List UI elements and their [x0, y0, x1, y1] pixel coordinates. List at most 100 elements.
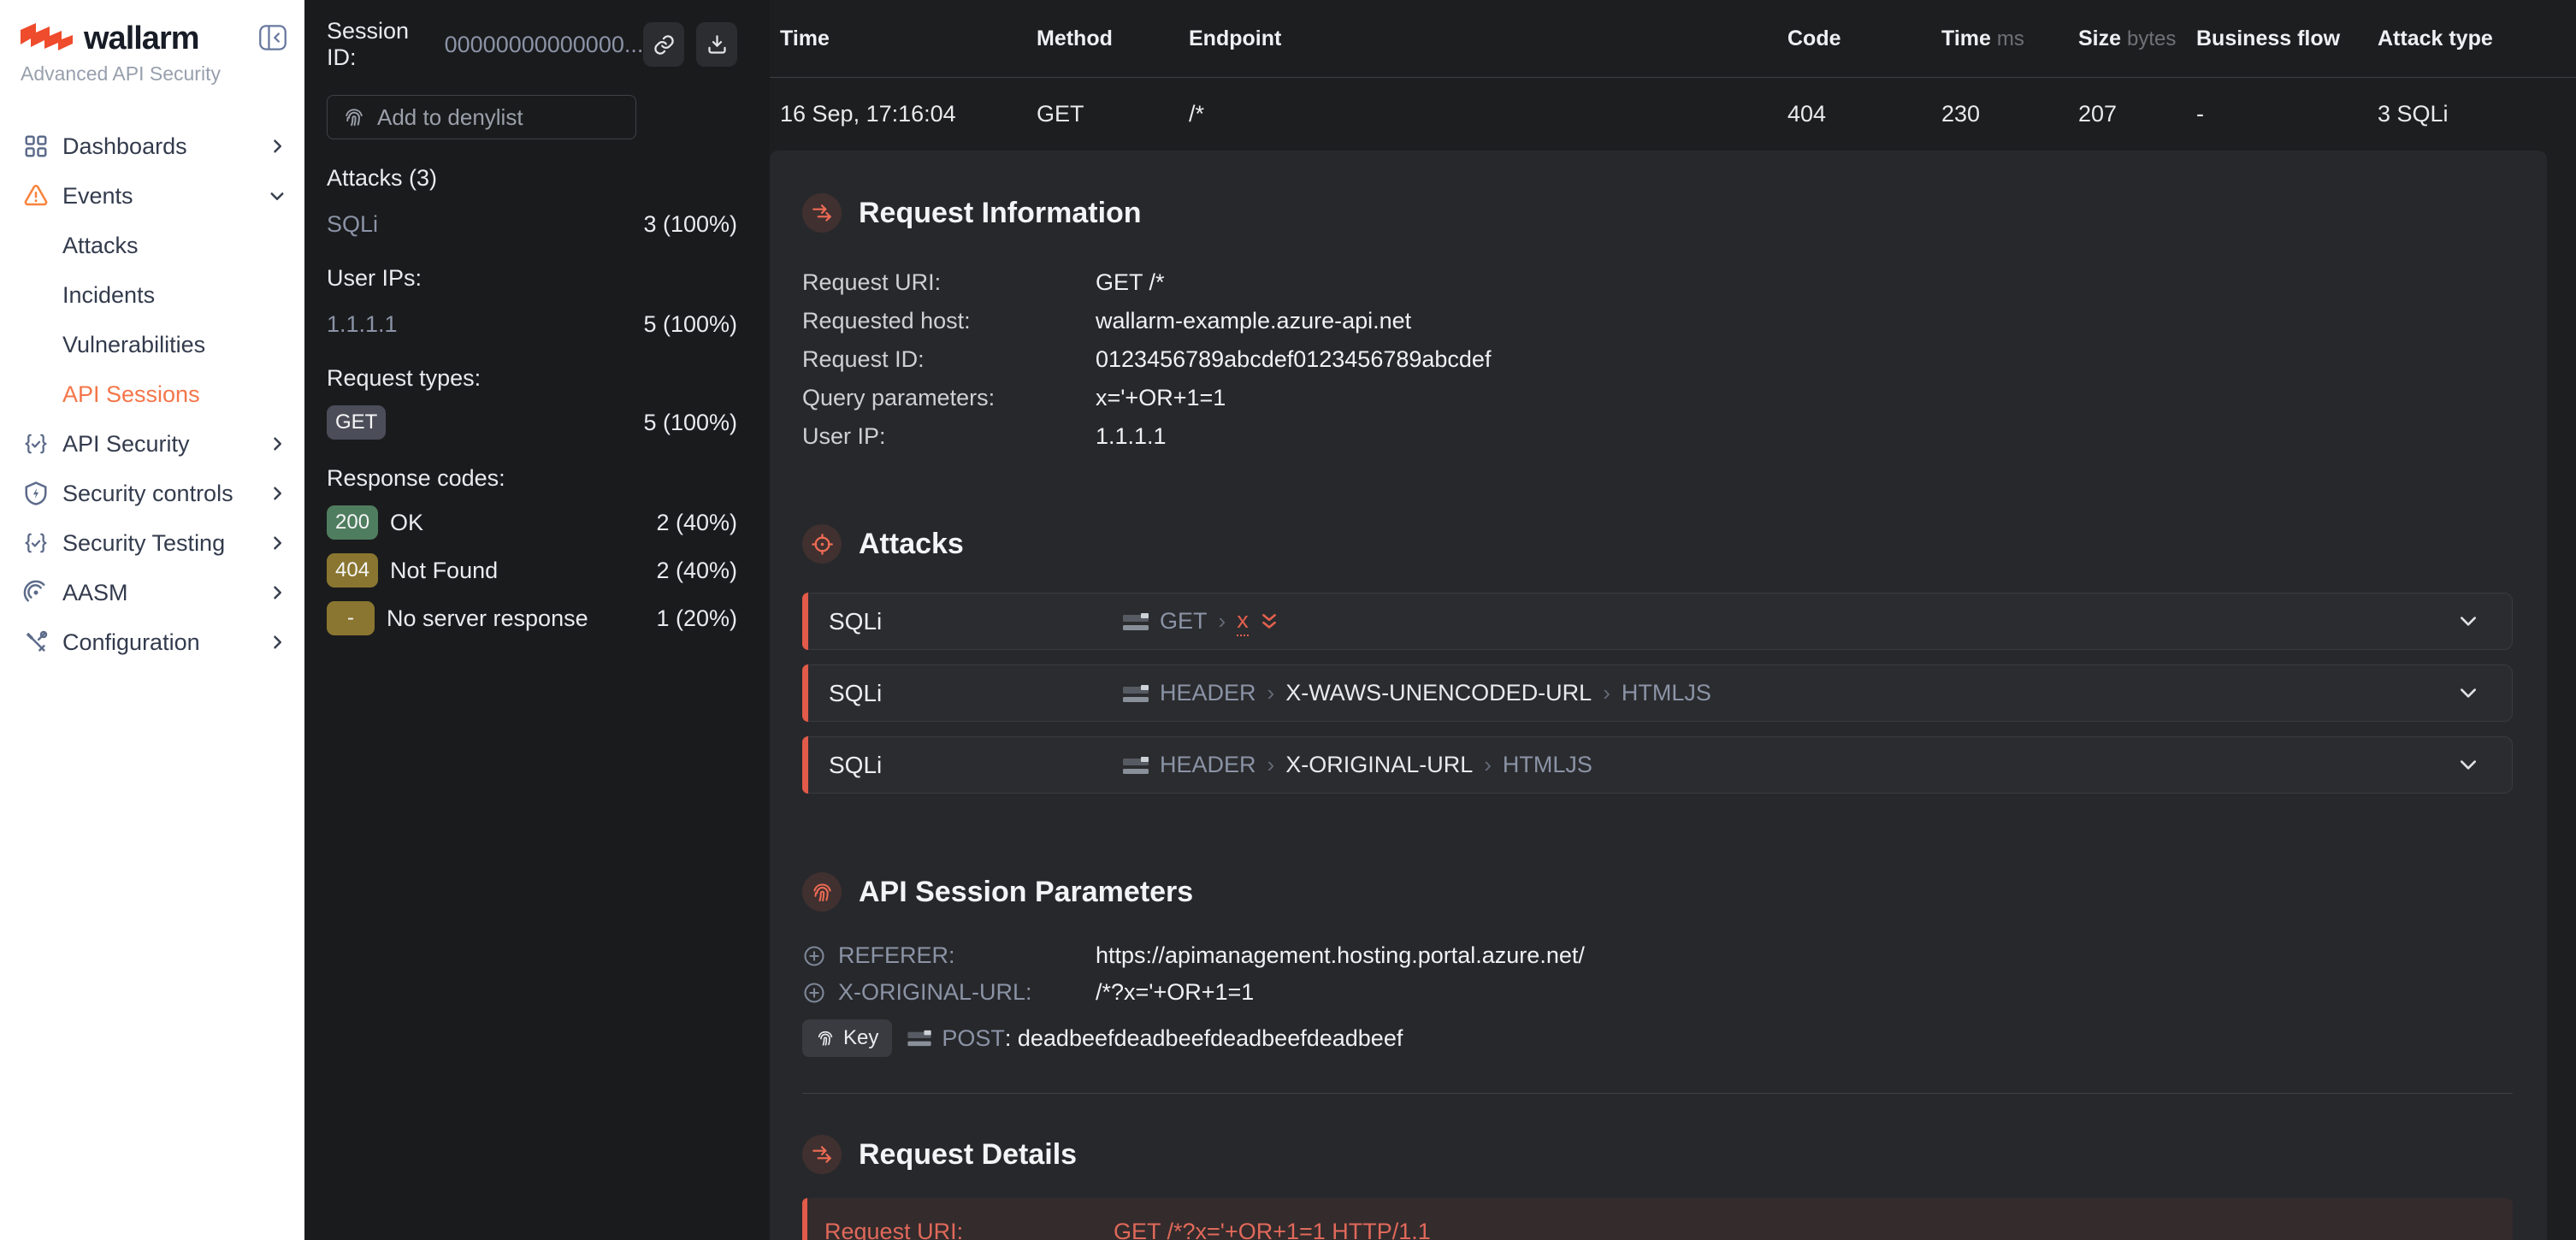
sidebar-item-label: Incidents [62, 282, 155, 309]
sidebar-item-api-security[interactable]: API Security [0, 419, 304, 469]
request-table-row[interactable]: 16 Sep, 17:16:04 GET /* 404 230 207 - 3 … [770, 78, 2576, 151]
param-lines-icon [1123, 612, 1149, 631]
chevron-right-icon [269, 534, 286, 552]
plus-circle-icon[interactable] [802, 944, 826, 968]
row-method: GET [1037, 101, 1189, 127]
chevron-right-icon [269, 634, 286, 651]
param-lines-icon [1123, 756, 1149, 775]
col-time-ms: Timems [1941, 27, 2078, 51]
sidebar-item-label: Attacks [62, 233, 139, 259]
chevron-right-icon [269, 435, 286, 452]
response-code-row: 200 OK 2 (40%) [327, 505, 737, 540]
row-time-ms: 230 [1941, 101, 2078, 127]
sidebar-item-security-testing[interactable]: Security Testing [0, 518, 304, 568]
attack-type-count: 3 (100%) [643, 211, 737, 238]
attack-type-label: SQLi [829, 608, 1123, 635]
col-time: Time [780, 27, 1037, 51]
chevron-right-icon [269, 485, 286, 502]
param-lines-icon [907, 1030, 931, 1047]
plus-circle-icon[interactable] [802, 981, 826, 1005]
status-count: 2 (40%) [656, 558, 737, 584]
key-badge: Key [802, 1019, 892, 1057]
sidebar-item-dashboards[interactable]: Dashboards [0, 121, 304, 171]
chevron-right-icon [269, 138, 286, 155]
double-chevron-down-icon[interactable] [1260, 611, 1279, 632]
attacks-section-header: Attacks [802, 524, 2513, 564]
collapse-sidebar-button[interactable] [258, 24, 287, 51]
col-business-flow: Business flow [2196, 27, 2378, 51]
wallarm-logo-icon [21, 22, 74, 56]
col-code: Code [1787, 27, 1941, 51]
method-badge: GET [327, 405, 386, 440]
status-label: Not Found [390, 558, 498, 584]
sidebar-item-vulnerabilities[interactable]: Vulnerabilities [0, 320, 304, 369]
braces-check-icon [21, 532, 51, 554]
sidebar-item-label: AASM [62, 580, 128, 606]
payload-parameter[interactable]: x [1237, 607, 1249, 636]
tools-icon [21, 629, 51, 655]
status-label: No server response [387, 605, 588, 632]
request-type-row: GET 5 (100%) [327, 405, 737, 440]
attack-row[interactable]: SQLi HEADER › X-ORIGINAL-URL › HTMLJS [802, 736, 2513, 794]
sidebar-item-aasm[interactable]: AASM [0, 568, 304, 617]
add-to-denylist-button[interactable]: Add to denylist [327, 95, 636, 139]
main-sidebar: wallarm Advanced API Security [0, 0, 304, 1240]
sidebar-item-events[interactable]: Events [0, 171, 304, 221]
target-icon [802, 524, 842, 564]
sidebar-item-label: API Security [62, 431, 190, 458]
request-types-heading: Request types: [327, 365, 737, 392]
chevron-down-icon[interactable] [2459, 616, 2478, 628]
row-time: 16 Sep, 17:16:04 [780, 101, 1037, 127]
download-session-button[interactable] [696, 22, 737, 67]
field-row: Request ID: 0123456789abcdef0123456789ab… [802, 340, 2513, 379]
attack-row[interactable]: SQLi HEADER › X-WAWS-UNENCODED-URL › HTM… [802, 664, 2513, 722]
sidebar-item-label: Security Testing [62, 530, 225, 557]
session-summary-panel: Session ID: 00000000000000... [304, 0, 770, 1240]
grid-icon [21, 133, 51, 159]
attack-location: HEADER › X-WAWS-UNENCODED-URL › HTMLJS [1123, 680, 1711, 706]
attack-type-name: SQLi [327, 211, 378, 238]
field-row: Requested host: wallarm-example.azure-ap… [802, 302, 2513, 340]
chevron-down-icon[interactable] [2459, 688, 2478, 700]
request-type-count: 5 (100%) [643, 410, 737, 436]
app-root: wallarm Advanced API Security [0, 0, 2576, 1240]
sidebar-item-label: Security controls [62, 481, 233, 507]
request-information-header: Request Information [802, 193, 2513, 233]
key-method-label: POST [942, 1025, 1005, 1052]
row-code: 404 [1787, 101, 1941, 127]
user-ip-row: 1.1.1.1 5 (100%) [327, 309, 737, 340]
parameter-row: X-ORIGINAL-URL: /*?x='+OR+1=1 [802, 974, 2513, 1011]
row-business-flow: - [2196, 101, 2378, 127]
braces-check-icon [21, 433, 51, 455]
attack-location: GET › x [1123, 607, 1279, 636]
sidebar-item-label: Events [62, 183, 133, 210]
session-id-label: Session ID: [327, 18, 433, 71]
sidebar-item-configuration[interactable]: Configuration [0, 617, 304, 667]
section-title: Attacks [859, 528, 964, 561]
sidebar-item-label: Configuration [62, 629, 200, 656]
copy-session-link-button[interactable] [643, 22, 684, 67]
status-badge: 200 [327, 505, 378, 540]
field-row: User IP: 1.1.1.1 [802, 417, 2513, 456]
main-content: Time Method Endpoint Code Timems Sizebyt… [770, 0, 2576, 1240]
sidebar-item-label: API Sessions [62, 381, 200, 408]
chevron-right-icon [269, 584, 286, 601]
sidebar-item-attacks[interactable]: Attacks [0, 221, 304, 270]
user-ip-count: 5 (100%) [643, 311, 737, 338]
requests-table-header: Time Method Endpoint Code Timems Sizebyt… [770, 0, 2576, 78]
attacks-heading: Attacks (3) [327, 165, 737, 192]
param-lines-icon [1123, 684, 1149, 703]
sidebar-item-security-controls[interactable]: Security controls [0, 469, 304, 518]
attack-list: SQLi GET › x [802, 593, 2513, 794]
response-code-row: - No server response 1 (20%) [327, 601, 737, 635]
field-row: Query parameters: x='+OR+1=1 [802, 379, 2513, 417]
sidebar-item-api-sessions[interactable]: API Sessions [0, 369, 304, 419]
attack-type-label: SQLi [829, 752, 1123, 779]
field-row: Request URI: GET /* [802, 263, 2513, 302]
chevron-down-icon[interactable] [2459, 759, 2478, 771]
attack-row[interactable]: SQLi GET › x [802, 593, 2513, 650]
fingerprint-icon [816, 1029, 835, 1048]
sidebar-item-incidents[interactable]: Incidents [0, 270, 304, 320]
col-size: Sizebytes [2078, 27, 2196, 51]
radar-icon [21, 580, 51, 605]
